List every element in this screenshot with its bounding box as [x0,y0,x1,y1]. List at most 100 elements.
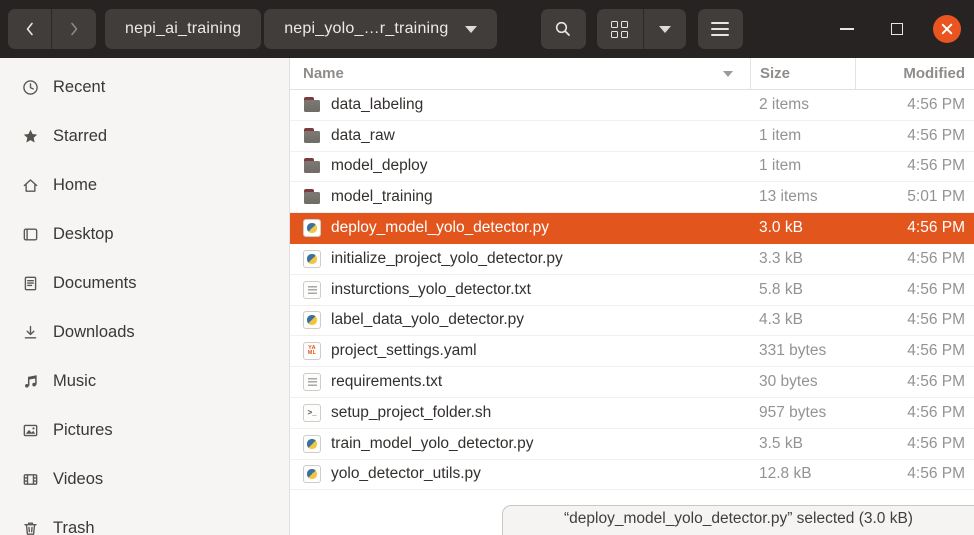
selection-status-bar: “deploy_model_yolo_detector.py” selected… [502,505,974,535]
file-size: 13 items [750,188,855,206]
sidebar-item-videos[interactable]: Videos [0,455,289,504]
column-header-label: Modified [903,65,965,82]
sidebar-item-label: Music [53,372,96,391]
folder-icon [303,188,321,206]
search-button[interactable] [541,9,586,49]
shell-script-icon: >_ [303,404,321,422]
file-row[interactable]: deploy_model_yolo_detector.py3.0 kB4:56 … [290,213,974,244]
file-row[interactable]: yolo_detector_utils.py12.8 kB4:56 PM [290,460,974,491]
file-size: 1 item [750,127,855,145]
file-row[interactable]: model_training13 items5:01 PM [290,182,974,213]
file-size: 3.0 kB [750,219,855,237]
maximize-icon [891,23,903,35]
film-icon [21,471,39,489]
file-modified: 4:56 PM [855,465,974,483]
sidebar-item-label: Trash [53,519,95,535]
sidebar-item-home[interactable]: Home [0,161,289,210]
file-size: 957 bytes [750,404,855,422]
column-header-size[interactable]: Size [750,58,855,89]
file-name: label_data_yolo_detector.py [331,311,524,329]
file-row[interactable]: label_data_yolo_detector.py 4.3 kB4:56 PM [290,306,974,337]
file-size: 12.8 kB [750,465,855,483]
file-modified: 4:56 PM [855,373,974,391]
folder-icon [303,96,321,114]
file-name: setup_project_folder.sh [331,404,491,422]
file-name: project_settings.yaml [331,342,477,360]
file-row[interactable]: insturctions_yolo_detector.txt5.8 kB4:56… [290,275,974,306]
list-header: Name Size Modified [290,58,974,90]
file-name-cell: initialize_project_yolo_detector.py [290,250,750,268]
file-modified: 4:56 PM [855,281,974,299]
file-row[interactable]: >_setup_project_folder.sh957 bytes4:56 P… [290,398,974,429]
path-dropdown-caret-icon [465,26,477,33]
file-name-cell: YAML project_settings.yaml [290,342,750,360]
close-icon [941,23,953,35]
file-name-cell: model_deploy [290,157,750,175]
file-size: 30 bytes [750,373,855,391]
file-name: requirements.txt [331,373,442,391]
back-button[interactable] [8,9,52,49]
desktop-icon [21,226,39,244]
column-header-name[interactable]: Name [290,65,750,82]
sidebar-item-starred[interactable]: Starred [0,112,289,161]
grid-view-button[interactable] [597,9,644,49]
file-name-cell: >_ setup_project_folder.sh [290,404,750,422]
path-segment-current[interactable]: nepi_yolo_…r_training [264,9,496,49]
column-header-modified[interactable]: Modified [855,58,974,89]
maximize-button[interactable] [883,15,911,43]
file-row[interactable]: YAMLproject_settings.yaml331 bytes4:56 P… [290,336,974,367]
sidebar-item-trash[interactable]: Trash [0,504,289,535]
file-name: model_training [331,188,433,206]
file-name-cell: label_data_yolo_detector.py [290,311,750,329]
file-name: data_raw [331,127,395,145]
path-segment-label: nepi_yolo_…r_training [284,20,448,38]
file-size: 4.3 kB [750,311,855,329]
file-name: train_model_yolo_detector.py [331,435,534,453]
download-arrow-icon [21,324,39,342]
file-row[interactable]: initialize_project_yolo_detector.py3.3 k… [290,244,974,275]
file-name: data_labeling [331,96,423,114]
file-modified: 4:56 PM [855,435,974,453]
python-file-icon [303,311,321,329]
sidebar-item-pictures[interactable]: Pictures [0,406,289,455]
star-icon [21,128,39,146]
home-icon [21,177,39,195]
path-segment-parent[interactable]: nepi_ai_training [105,9,261,49]
menu-icon [711,22,729,36]
window-content: Recent Starred HomeDesktopDocuments Downloa… [0,58,974,535]
sidebar-item-desktop[interactable]: Desktop [0,210,289,259]
file-name-cell: data_raw [290,127,750,145]
minimize-button[interactable] [833,15,861,43]
close-button[interactable] [933,15,961,43]
document-icon [21,275,39,293]
file-modified: 4:56 PM [855,127,974,145]
back-icon [22,20,38,38]
clock-icon [21,79,39,97]
sidebar-item-recent[interactable]: Recent [0,63,289,112]
sidebar-item-label: Downloads [53,323,135,342]
forward-button[interactable] [52,9,96,49]
trash-icon [21,520,39,535]
sidebar-item-documents[interactable]: Documents [0,259,289,308]
file-modified: 4:56 PM [855,157,974,175]
view-options-button[interactable] [644,9,686,49]
search-icon [554,20,572,38]
file-row[interactable]: requirements.txt 30 bytes4:56 PM [290,367,974,398]
menu-button[interactable] [698,9,743,49]
file-row[interactable]: data_labeling2 items4:56 PM [290,90,974,121]
sidebar-item-label: Starred [53,127,107,146]
file-row[interactable]: data_raw 1 item4:56 PM [290,121,974,152]
file-modified: 4:56 PM [855,311,974,329]
minimize-icon [840,28,854,30]
file-name-cell: deploy_model_yolo_detector.py [290,219,750,237]
file-modified: 4:56 PM [855,342,974,360]
file-row[interactable]: train_model_yolo_detector.py3.5 kB4:56 P… [290,429,974,460]
file-name-cell: model_training [290,188,750,206]
sidebar-item-music[interactable]: Music [0,357,289,406]
yaml-file-icon: YAML [303,342,321,360]
sidebar-item-label: Videos [53,470,103,489]
column-header-label: Size [760,65,790,82]
file-row[interactable]: model_deploy1 item4:56 PM [290,152,974,183]
sidebar-item-downloads[interactable]: Downloads [0,308,289,357]
music-note-icon [21,373,39,391]
